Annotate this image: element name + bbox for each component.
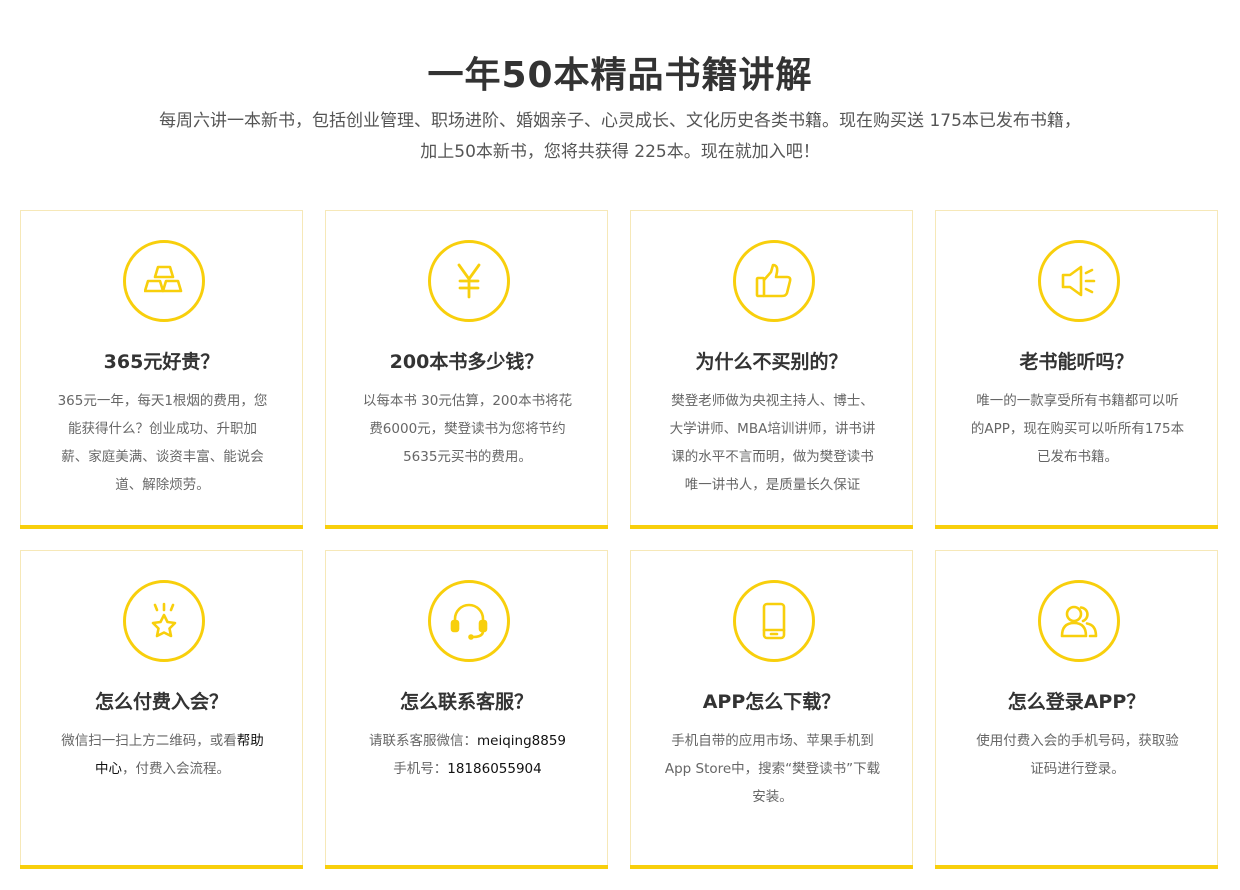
yen-icon <box>428 240 510 322</box>
card-description: 手机自带的应用市场、苹果手机到 App Store中，搜索“樊登读书”下载 安装… <box>664 733 881 805</box>
card-title: 老书能听吗？ <box>1019 351 1134 373</box>
card-description: 唯一的一款享受所有书籍都可以听 的APP，现在购买可以听所有175本 已发布书籍… <box>970 393 1185 465</box>
card-description: 使用付费入会的手机号码，获取验 证码进行登录。 <box>976 733 1179 777</box>
card-accent-bar <box>630 525 913 529</box>
faq-card-why: 为什么不买别的？ 樊登老师做为央视主持人、博士、 大学讲师、MBA培训讲师，讲书… <box>630 210 913 529</box>
faq-card-cost: 200本书多少钱？ 以每本书 30元估算，200本书将花 费6000元，樊登读书… <box>325 210 608 529</box>
wechat-id: meiqing8859 <box>476 733 566 749</box>
speaker-icon <box>1038 240 1120 322</box>
card-title: APP怎么下载？ <box>702 691 841 713</box>
card-description: 以每本书 30元估算，200本书将花 费6000元，樊登读书为您将节约 5635… <box>362 393 573 465</box>
card-title: 怎么联系客服？ <box>399 691 533 713</box>
card-accent-bar <box>20 865 303 869</box>
card-description: 365元一年，每天1根烟的费用，您 能获得什么？创业成功、升职加 薪、家庭美满、… <box>57 393 268 493</box>
faq-card-price: 365元好贵？ 365元一年，每天1根烟的费用，您 能获得什么？创业成功、升职加… <box>20 210 303 529</box>
page-subtitle: 每周六讲一本新书，包括创业管理、职场进阶、婚姻亲子、心灵成长、文化历史各类书籍。… <box>0 106 1240 168</box>
subtitle-line: 加上50本新书，您将共获得 225本。现在就加入吧！ <box>420 142 820 162</box>
card-title: 怎么登录APP？ <box>1007 691 1146 713</box>
card-description: 微信扫一扫上方二维码，或看帮助 中心，付费入会流程。 <box>61 733 264 777</box>
card-accent-bar <box>20 525 303 529</box>
help-center-link[interactable]: 帮助 <box>237 733 264 749</box>
card-accent-bar <box>935 525 1218 529</box>
card-description: 请联系客服微信：meiqing8859 手机号：18186055904 <box>368 733 566 777</box>
card-accent-bar <box>325 865 608 869</box>
phone-icon <box>733 580 815 662</box>
faq-card-join: 怎么付费入会？ 微信扫一扫上方二维码，或看帮助 中心，付费入会流程。 <box>20 550 303 869</box>
gold-bars-icon <box>123 240 205 322</box>
card-accent-bar <box>935 865 1218 869</box>
card-accent-bar <box>325 525 608 529</box>
page-title: 一年50本精品书籍讲解 <box>427 55 813 96</box>
card-description: 樊登老师做为央视主持人、博士、 大学讲师、MBA培训讲师，讲书讲 课的水平不言而… <box>669 393 876 493</box>
faq-card-support: 怎么联系客服？ 请联系客服微信：meiqing8859 手机号：18186055… <box>325 550 608 869</box>
card-accent-bar <box>630 865 913 869</box>
card-title: 怎么付费入会？ <box>94 691 228 713</box>
star-icon <box>123 580 205 662</box>
users-icon <box>1038 580 1120 662</box>
card-title: 200本书多少钱？ <box>389 351 544 373</box>
subtitle-line: 每周六讲一本新书，包括创业管理、职场进阶、婚姻亲子、心灵成长、文化历史各类书籍。… <box>159 111 1081 131</box>
faq-card-download: APP怎么下载？ 手机自带的应用市场、苹果手机到 App Store中，搜索“樊… <box>630 550 913 869</box>
faq-card-old-books: 老书能听吗？ 唯一的一款享受所有书籍都可以听 的APP，现在购买可以听所有175… <box>935 210 1218 529</box>
card-title: 365元好贵？ <box>103 351 220 373</box>
card-title: 为什么不买别的？ <box>695 351 848 373</box>
thumbs-up-icon <box>733 240 815 322</box>
help-center-link[interactable]: 中心 <box>95 761 122 777</box>
headset-icon <box>428 580 510 662</box>
phone-number: 18186055904 <box>447 761 542 777</box>
faq-card-login: 怎么登录APP？ 使用付费入会的手机号码，获取验 证码进行登录。 <box>935 550 1218 869</box>
